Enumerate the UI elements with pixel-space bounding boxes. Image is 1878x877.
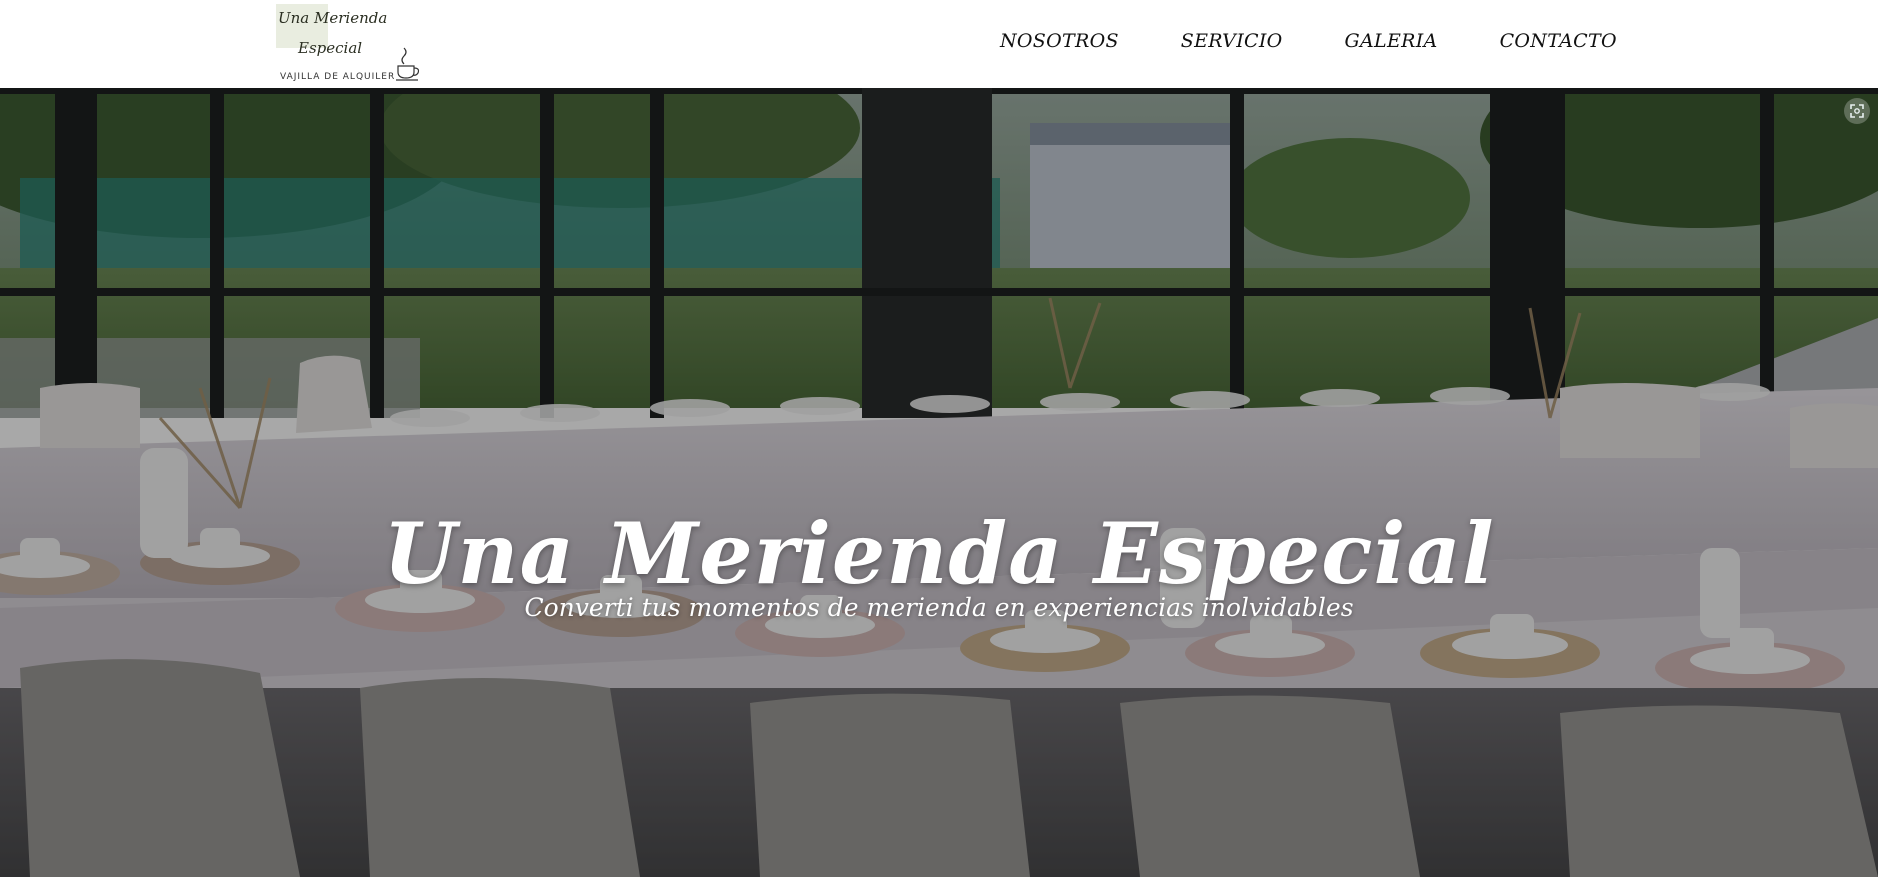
nav-nosotros[interactable]: NOSOTROS [1000,24,1119,60]
logo-tagline: VAJILLA DE ALQUILER [280,72,396,82]
expand-icon [1850,104,1864,118]
hero-banner: Una Merienda Especial Converti tus momen… [0,88,1878,877]
nav-servicio[interactable]: SERVICIO [1181,24,1283,60]
hero-title: Una Merienda Especial [383,504,1495,604]
logo-script-line1: Una Merienda [278,9,388,27]
teacup-icon [396,47,420,81]
expand-image-button[interactable] [1844,98,1870,124]
main-nav: NOSOTROS SERVICIO GALERIA CONTACTO [1000,24,1617,60]
nav-galeria[interactable]: GALERIA [1345,24,1438,60]
hero-dark-overlay [0,88,1878,877]
hero-subtitle: Converti tus momentos de merienda en exp… [524,593,1354,622]
site-header: Una Merienda Especial VAJILLA DE ALQUILE… [0,0,1878,88]
site-logo[interactable]: Una Merienda Especial VAJILLA DE ALQUILE… [268,0,424,88]
nav-contacto[interactable]: CONTACTO [1500,24,1617,60]
logo-script-line2: Especial [298,39,363,57]
